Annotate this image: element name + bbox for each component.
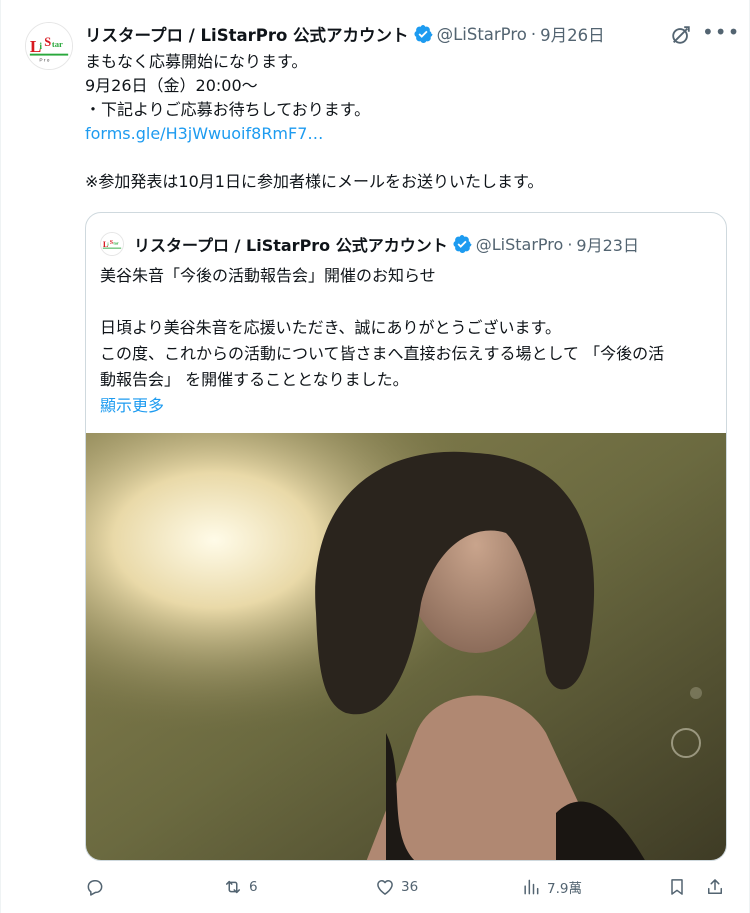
svg-text:tar: tar: [113, 240, 118, 245]
like-count: 36: [401, 879, 419, 895]
reply-icon: [87, 880, 103, 896]
tweet-note: ※参加発表は10月1日に参加者様にメールをお送りいたします。: [85, 172, 544, 191]
views-button[interactable]: 7.9萬: [521, 872, 582, 902]
bookmark-button[interactable]: [667, 872, 687, 902]
retweet-icon: [226, 880, 240, 894]
like-button[interactable]: 36: [375, 872, 418, 902]
bookmark-icon: [671, 879, 683, 895]
share-button[interactable]: [705, 872, 725, 902]
author-handle[interactable]: @LiStarPro: [437, 25, 527, 44]
grok-icon[interactable]: [670, 24, 692, 46]
quoted-photo[interactable]: [86, 433, 726, 860]
listar-logo-icon: L i S tar: [101, 233, 123, 255]
portrait-photo-image: [86, 433, 726, 860]
share-icon: [708, 879, 722, 894]
views-count: 7.9萬: [547, 881, 582, 897]
quoted-title: 美谷朱音「今後の活動報告会」開催のお知らせ: [100, 266, 436, 285]
quoted-tweet-header: L i S tar リスタープロ / LiStarPro 公式アカウント @Li…: [100, 232, 639, 256]
tweet-line: 9月26日（金）20:00〜: [85, 76, 258, 95]
quoted-line: 日頃より美谷朱音を応援いただき、誠にありがとうございます。: [100, 318, 561, 337]
author-avatar[interactable]: L i S tar P r o: [25, 22, 73, 70]
separator-dot: ·: [567, 234, 573, 254]
quoted-line: この度、これからの活動について皆さまへ直接お伝えする場として 「今後の活: [100, 344, 665, 363]
listar-logo-icon: L i S tar P r o: [26, 23, 72, 69]
svg-text:tar: tar: [52, 39, 63, 49]
quoted-author-handle: @LiStarPro: [475, 234, 564, 254]
quoted-line: 動報告会」 を開催することとなりました。: [100, 370, 409, 389]
heart-icon: [377, 880, 393, 895]
reply-button[interactable]: [85, 872, 111, 902]
more-options-icon[interactable]: •••: [702, 22, 739, 46]
svg-text:P r o: P r o: [39, 57, 49, 63]
views-chart-icon: [524, 879, 539, 895]
tweet-actions: 6 36 7.9萬: [85, 872, 735, 902]
tweet-line: まもなく応募開始になります。: [85, 52, 308, 71]
tweet-header: リスタープロ / LiStarPro 公式アカウント @LiStarPro · …: [85, 22, 605, 46]
tweet-card[interactable]: L i S tar P r o リスタープロ / LiStarPro 公式アカウ…: [0, 0, 750, 913]
svg-text:S: S: [44, 35, 51, 49]
tweet-text: まもなく応募開始になります。 9月26日（金）20:00〜 ・下記よりご応募お待…: [85, 50, 725, 194]
quoted-tweet-date: 9月23日: [576, 236, 639, 255]
retweet-button[interactable]: 6: [223, 872, 258, 902]
verified-badge-icon: [414, 25, 433, 43]
quoted-tweet[interactable]: L i S tar リスタープロ / LiStarPro 公式アカウント @Li…: [85, 212, 727, 861]
quoted-author-avatar: L i S tar: [100, 232, 124, 256]
show-more-link[interactable]: 顯示更多: [100, 396, 164, 415]
tweet-date[interactable]: 9月26日: [540, 22, 605, 46]
separator-dot: ·: [530, 24, 537, 44]
verified-badge-icon: [453, 235, 472, 253]
svg-text:i: i: [39, 41, 42, 52]
quoted-author-name: リスタープロ / LiStarPro 公式アカウント: [134, 236, 448, 255]
retweet-count: 6: [249, 879, 258, 895]
quoted-tweet-text: 美谷朱音「今後の活動報告会」開催のお知らせ 日頃より美谷朱音を応援いただき、誠に…: [100, 263, 720, 419]
tweet-line: ・下記よりご応募お待ちしております。: [85, 100, 371, 119]
author-name[interactable]: リスタープロ / LiStarPro 公式アカウント: [85, 22, 409, 46]
form-link[interactable]: forms.gle/H3jWwuoif8RmF7…: [85, 124, 323, 143]
